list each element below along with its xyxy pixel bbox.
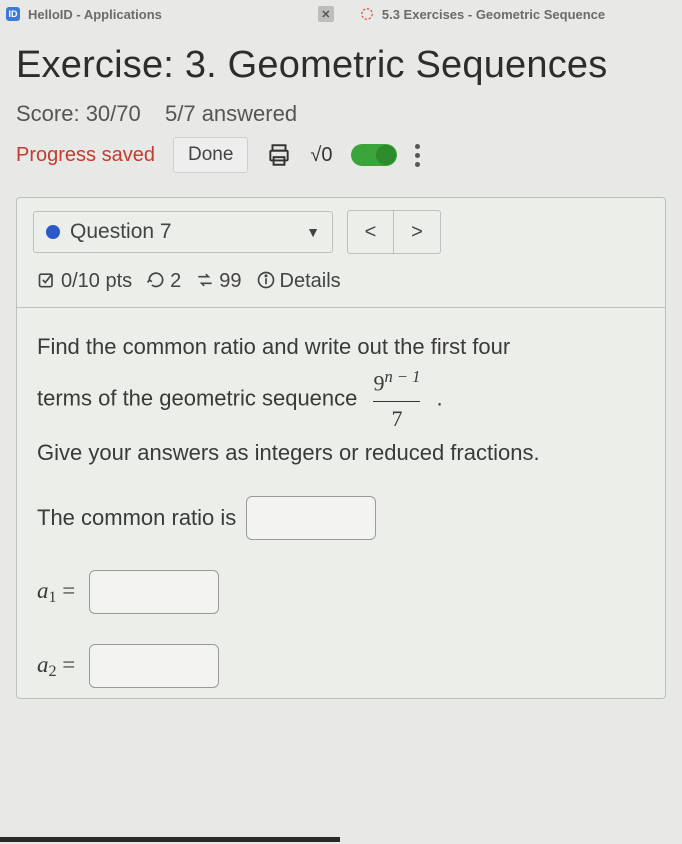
attempts-icon [195,270,215,293]
question-body: Find the common ratio and write out the … [17,308,665,698]
prompt-line-2: terms of the geometric sequence 9n − 1 7… [37,364,645,436]
points-label: 0/10 pts [61,270,132,293]
question-status-dot [46,225,60,239]
prompt-line-3: Give your answers as integers or reduced… [37,436,645,470]
prompt-line-1: Find the common ratio and write out the … [37,330,645,364]
term-row-a1: a1 = [37,570,645,614]
info-icon [256,270,276,293]
question-nav: < > [347,210,441,254]
browser-tab-bar: ID HelloID - Applications ✕ 5.3 Exercise… [0,0,682,28]
common-ratio-label: The common ratio is [37,501,236,535]
sequence-fraction: 9n − 1 7 [368,364,427,436]
bottom-rule [0,837,340,842]
page-title: Exercise: 3. Geometric Sequences [16,44,666,87]
math-sqrt-icon: √0 [310,144,332,167]
retries-value: 2 [170,270,181,293]
tab-exercises-label[interactable]: 5.3 Exercises - Geometric Sequence [382,7,605,22]
common-ratio-row: The common ratio is [37,496,645,540]
a2-input[interactable] [89,644,219,688]
close-tab-icon[interactable]: ✕ [318,6,334,22]
progress-row: Progress saved Done √0 [16,137,666,173]
a1-input[interactable] [89,570,219,614]
question-meta: 0/10 pts 2 99 Details [17,266,665,308]
helloid-favicon: ID [6,7,20,21]
details-button[interactable]: Details [256,270,341,293]
checkbox-icon [37,270,57,293]
question-selector[interactable]: Question 7 ▼ [33,211,333,253]
term-row-a2: a2 = [37,644,645,688]
exercises-favicon [360,7,374,21]
common-ratio-input[interactable] [246,496,376,540]
more-options-icon[interactable] [415,144,420,167]
score-value: Score: 30/70 [16,101,141,126]
score-line: Score: 30/70 5/7 answered [16,101,666,127]
progress-saved-label: Progress saved [16,144,155,167]
question-selector-label: Question 7 [70,220,172,244]
details-label: Details [280,270,341,293]
tab-helloid-label[interactable]: HelloID - Applications [28,7,162,22]
next-question-button[interactable]: > [394,211,440,253]
retry-icon [146,270,166,293]
done-button[interactable]: Done [173,137,248,173]
chevron-down-icon: ▼ [306,224,320,240]
print-icon[interactable] [266,142,292,168]
math-input-toggle[interactable] [351,144,397,166]
prev-question-button[interactable]: < [348,211,394,253]
answered-value: 5/7 answered [165,101,297,126]
attempts-value: 99 [219,270,241,293]
question-card: Question 7 ▼ < > 0/10 pts 2 [16,197,666,699]
